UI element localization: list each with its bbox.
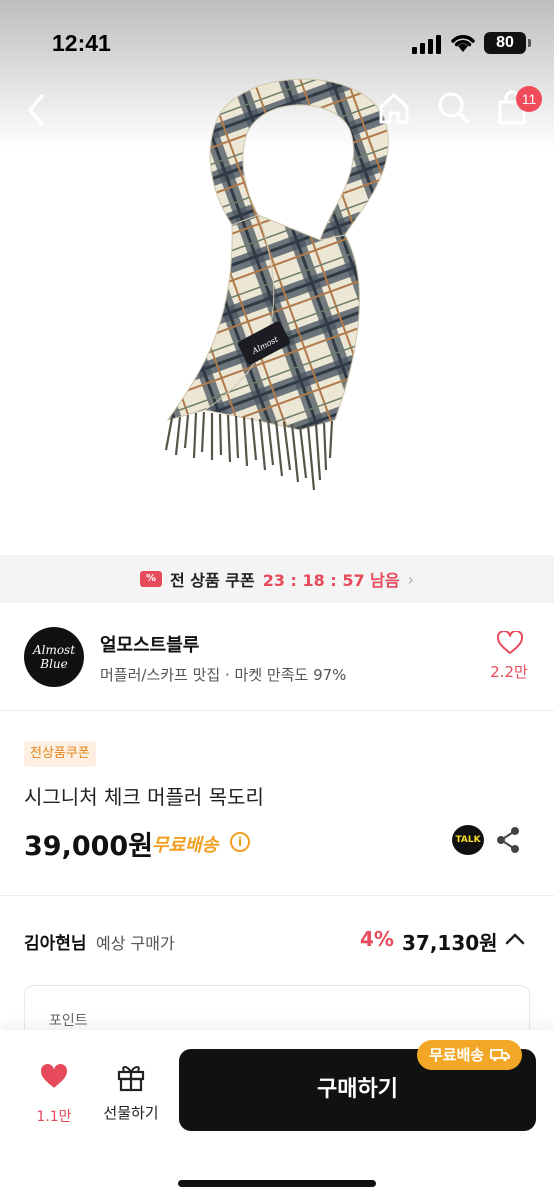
info-icon[interactable]: i (230, 832, 250, 852)
truck-icon (490, 1049, 511, 1062)
gift-button[interactable]: 선물하기 (96, 1062, 166, 1128)
home-icon[interactable] (376, 88, 412, 128)
seller-like-button[interactable] (486, 629, 534, 659)
seller-name[interactable]: 얼모스트블루 (100, 631, 199, 657)
kakao-talk-icon[interactable]: TALK (452, 825, 484, 855)
heart-outline-icon (496, 629, 524, 654)
battery-icon: 80 (484, 32, 531, 54)
search-icon[interactable] (434, 88, 474, 128)
product-title: 시그니처 체크 머플러 목도리 (24, 785, 264, 809)
coupon-countdown: 23 : 18 : 57 남음 (262, 571, 400, 590)
points-label: 포인트 (49, 1013, 88, 1029)
coupon-icon: % (139, 571, 162, 587)
seller-like-count: 2.2만 (490, 663, 528, 681)
back-icon[interactable] (20, 90, 54, 130)
home-indicator (178, 1180, 376, 1187)
chevron-right-icon: › (407, 569, 415, 589)
seller-subtitle: 머플러/스카프 맛집 · 마켓 만족도 97% (100, 666, 347, 684)
coupon-banner[interactable]: % 전 상품 쿠폰 23 : 18 : 57 남음 › (0, 555, 554, 603)
user-name: 김아현님 (24, 934, 87, 954)
free-shipping-badge-label: 무료배송 (429, 1046, 485, 1064)
expected-price: 37,130원 (402, 931, 498, 955)
coupon-banner-text: 전 상품 쿠폰 (169, 571, 255, 590)
free-shipping-badge: 무료배송 (417, 1040, 523, 1070)
bottom-action-bar: 1.1만 선물하기 구매하기 무료배송 (0, 1030, 554, 1200)
like-button[interactable]: 1.1만 (28, 1063, 80, 1128)
heart-filled-icon (40, 1063, 68, 1088)
seller-logo[interactable]: Almost Blue (24, 627, 84, 687)
status-time: 12:41 (52, 30, 111, 56)
gift-icon (117, 1066, 145, 1092)
chevron-up-icon[interactable] (504, 931, 526, 947)
product-info: 전상품쿠폰 시그니처 체크 머플러 목도리 39,000원 무료배송 i TAL… (0, 711, 554, 896)
expected-price-label: 예상 구매가 (96, 934, 175, 953)
free-shipping-label: 무료배송 (152, 835, 219, 856)
share-icon[interactable] (494, 825, 522, 855)
cellular-signal-icon (412, 34, 444, 54)
gift-label: 선물하기 (103, 1104, 159, 1122)
status-bar: 12:41 80 (0, 0, 554, 90)
seller-row[interactable]: Almost Blue 얼모스트블루 머플러/스카프 맛집 · 마켓 만족도 9… (0, 603, 554, 711)
wifi-icon (451, 35, 475, 52)
product-price: 39,000원 (24, 831, 154, 862)
like-count: 1.1만 (36, 1109, 72, 1125)
cart-count-badge: 11 (516, 86, 542, 112)
expected-price-row[interactable]: 김아현님 예상 구매가 4% 37,130원 (0, 897, 554, 987)
discount-percent: 4% (360, 927, 394, 951)
coupon-badge: 전상품쿠폰 (24, 741, 96, 767)
